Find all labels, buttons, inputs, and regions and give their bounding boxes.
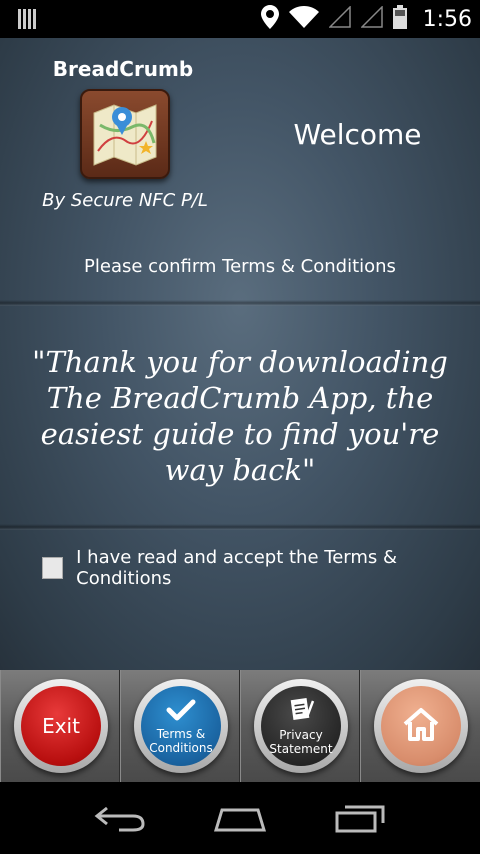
accept-terms-row[interactable]: I have read and accept the Terms & Condi… (42, 547, 480, 589)
exit-button[interactable]: Exit (14, 679, 108, 773)
checkmark-icon (166, 698, 196, 727)
location-icon (260, 4, 279, 34)
signal-icon (359, 4, 383, 33)
divider (0, 524, 480, 530)
document-pen-icon (287, 697, 315, 728)
home-icon (401, 706, 441, 747)
accept-terms-label[interactable]: I have read and accept the Terms & Condi… (76, 547, 480, 589)
terms-label-line1: Terms & (156, 726, 206, 741)
toolbar-cell-privacy: Privacy Statement (240, 670, 360, 782)
welcome-quote: "Thank you for downloading The BreadCrum… (32, 345, 448, 487)
terms-conditions-button[interactable]: Terms & Conditions (134, 679, 228, 773)
welcome-heading: Welcome (293, 118, 422, 151)
toolbar-cell-terms: Terms & Conditions (120, 670, 240, 782)
home-outline-icon[interactable] (210, 798, 270, 838)
navigation-bar (0, 782, 480, 854)
clock: 1:56 (422, 6, 472, 32)
app-title: BreadCrumb (52, 57, 194, 81)
toolbar-cell-exit: Exit (0, 670, 120, 782)
confirm-terms-text: Please confirm Terms & Conditions (84, 256, 396, 277)
battery-icon (392, 4, 407, 34)
bottom-toolbar: Exit Terms & Conditions Privacy Statemen… (0, 670, 480, 782)
app-byline: By Secure NFC P/L (42, 190, 208, 211)
accept-terms-checkbox[interactable] (42, 557, 64, 579)
home-button[interactable] (374, 679, 468, 773)
recent-apps-icon[interactable] (330, 798, 390, 838)
notification-bars-icon (18, 9, 36, 34)
toolbar-cell-home (360, 670, 480, 782)
privacy-label-line1: Privacy (279, 727, 323, 742)
privacy-label-line2: Statement (269, 741, 333, 756)
status-bar: 1:56 (0, 0, 480, 38)
privacy-statement-button[interactable]: Privacy Statement (254, 679, 348, 773)
back-icon[interactable] (90, 798, 150, 838)
exit-label: Exit (42, 714, 80, 738)
app-logo-map-icon (80, 89, 170, 179)
divider (0, 300, 480, 306)
terms-label-line2: Conditions (149, 740, 213, 755)
wifi-icon (288, 5, 319, 33)
welcome-screen: BreadCrumb By Secure NFC P/L Welcome Ple… (0, 38, 480, 670)
signal-icon (327, 4, 351, 33)
